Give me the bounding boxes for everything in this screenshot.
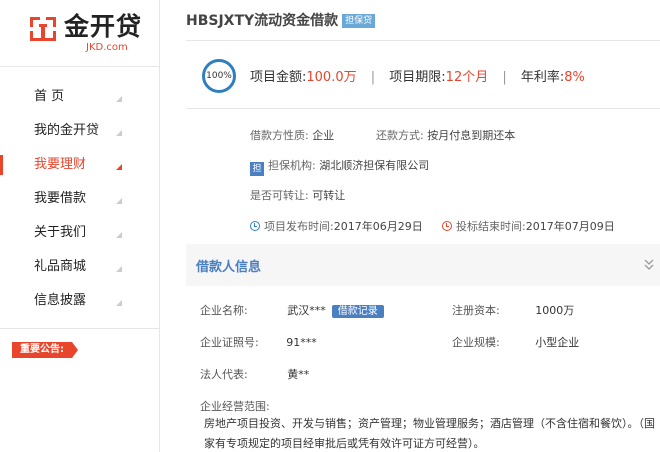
sidebar-item-label: 礼品商城	[34, 259, 87, 274]
separator: |	[370, 70, 376, 85]
repayment-value: 按月付息到期还本	[427, 129, 516, 142]
legal-rep-label: 法人代表:	[200, 368, 248, 381]
guarantee-row: 担担保机构: 湖北顺济担保有限公司	[250, 157, 429, 176]
publish-time-row: 项目发布时间:2017年06月29日	[250, 218, 423, 234]
capital-value: 1000万	[535, 304, 575, 317]
caret-icon	[116, 198, 122, 204]
project-title: HBSJXTY流动资金借款	[186, 13, 339, 29]
bid-end-row: 投标结束时间:2017年07月09日	[442, 218, 615, 234]
caret-icon	[116, 96, 122, 102]
repayment-label: 还款方式:	[376, 129, 424, 142]
sidebar-item-invest[interactable]: 我要理财	[0, 148, 159, 182]
divider	[186, 108, 660, 109]
sidebar-item-my-account[interactable]: 我的金开贷	[0, 114, 159, 148]
sidebar-item-label: 信息披露	[34, 293, 87, 308]
bid-end-label: 投标结束时间:	[456, 220, 526, 233]
chevron-down-icon[interactable]	[644, 258, 654, 272]
sidebar: 金开贷 JKD.com 首 页 我的金开贷 我要理财 我要借款 关于我们 礼品商…	[0, 0, 160, 452]
license-label: 企业证照号:	[200, 336, 259, 349]
clock-icon	[442, 221, 452, 231]
borrower-info-header[interactable]: 借款人信息	[186, 244, 660, 286]
transfer-row: 是否可转让: 可转让	[250, 187, 345, 203]
sidebar-item-label: 我要借款	[34, 191, 87, 206]
scale-row: 企业规模: 小型企业	[452, 334, 579, 350]
guarantee-loan-badge: 担保贷	[342, 14, 376, 28]
company-name-label: 企业名称:	[200, 304, 248, 317]
sidebar-item-gift-mall[interactable]: 礼品商城	[0, 250, 159, 284]
guarantee-icon: 担	[250, 162, 264, 176]
sidebar-item-label: 我要理财	[34, 157, 87, 172]
caret-icon	[116, 232, 122, 238]
capital-label: 注册资本:	[452, 304, 500, 317]
business-scope-value: 房地产项目投资、开发与销售；资产管理；物业管理服务；酒店管理（不含住宿和餐饮）。…	[204, 417, 655, 450]
bid-end-value: 2017年07月09日	[525, 220, 615, 233]
brand-domain: JKD.com	[86, 42, 128, 53]
page-title: HBSJXTY流动资金借款 担保贷	[186, 10, 376, 30]
brand-logo[interactable]: 金开贷 JKD.com	[28, 12, 148, 53]
sidebar-item-borrow[interactable]: 我要借款	[0, 182, 159, 216]
sidebar-item-home[interactable]: 首 页	[0, 80, 159, 114]
transfer-label: 是否可转让:	[250, 189, 309, 202]
sidebar-divider	[0, 66, 159, 67]
company-name-value: 武汉***	[287, 304, 326, 317]
sidebar-menu: 首 页 我的金开贷 我要理财 我要借款 关于我们 礼品商城 信息披露	[0, 80, 159, 318]
sidebar-item-label: 首 页	[34, 89, 65, 104]
legal-rep-row: 法人代表: 黄**	[200, 366, 309, 382]
publish-time-value: 2017年06月29日	[333, 220, 423, 233]
transfer-value: 可转让	[312, 189, 346, 202]
amount-label: 项目金额:	[250, 70, 307, 85]
caret-icon	[116, 164, 122, 170]
guarantee-label: 担保机构:	[268, 159, 316, 172]
caret-icon	[116, 300, 122, 306]
business-scope-label: 企业经营范围:	[200, 400, 270, 413]
legal-rep-value: 黄**	[287, 368, 310, 381]
brand-name: 金开贷	[64, 12, 143, 41]
company-name-row: 企业名称: 武汉*** 借款记录	[200, 302, 384, 318]
project-stats: 项目金额:100.0万 | 项目期限:12个月 | 年利率:8%	[250, 66, 585, 85]
amount-value: 100.0万	[306, 70, 357, 85]
license-value: 91***	[286, 336, 317, 349]
clock-icon	[250, 221, 260, 231]
capital-row: 注册资本: 1000万	[452, 302, 574, 318]
logo-mark-icon	[30, 17, 56, 41]
sidebar-item-disclosure[interactable]: 信息披露	[0, 284, 159, 318]
borrower-nature-label: 借款方性质:	[250, 129, 309, 142]
scale-label: 企业规模:	[452, 336, 500, 349]
sidebar-item-label: 关于我们	[34, 225, 87, 240]
section-title: 借款人信息	[196, 260, 262, 275]
repayment-row: 还款方式: 按月付息到期还本	[376, 127, 515, 143]
sidebar-item-about[interactable]: 关于我们	[0, 216, 159, 250]
caret-icon	[116, 266, 122, 272]
divider	[186, 40, 660, 41]
guarantee-value[interactable]: 湖北顺济担保有限公司	[319, 159, 429, 172]
sidebar-item-label: 我的金开贷	[34, 123, 100, 138]
borrow-record-button[interactable]: 借款记录	[331, 305, 384, 318]
important-notice-badge[interactable]: 重要公告:	[12, 342, 78, 358]
term-value: 12个月	[445, 70, 489, 85]
separator: |	[502, 70, 507, 85]
borrower-nature-row: 借款方性质: 企业	[250, 127, 334, 143]
term-label: 项目期限:	[389, 70, 446, 85]
caret-icon	[116, 130, 122, 136]
publish-time-label: 项目发布时间:	[264, 220, 334, 233]
scale-value: 小型企业	[535, 336, 580, 349]
rate-label: 年利率:	[520, 70, 565, 85]
rate-value: 8%	[564, 70, 585, 85]
progress-ring: 100%	[202, 59, 236, 93]
borrower-nature-value: 企业	[312, 129, 335, 142]
license-row: 企业证照号: 91***	[200, 334, 317, 350]
main-content: HBSJXTY流动资金借款 担保贷 100% 项目金额:100.0万 | 项目期限…	[170, 0, 660, 452]
sidebar-divider	[0, 328, 159, 329]
